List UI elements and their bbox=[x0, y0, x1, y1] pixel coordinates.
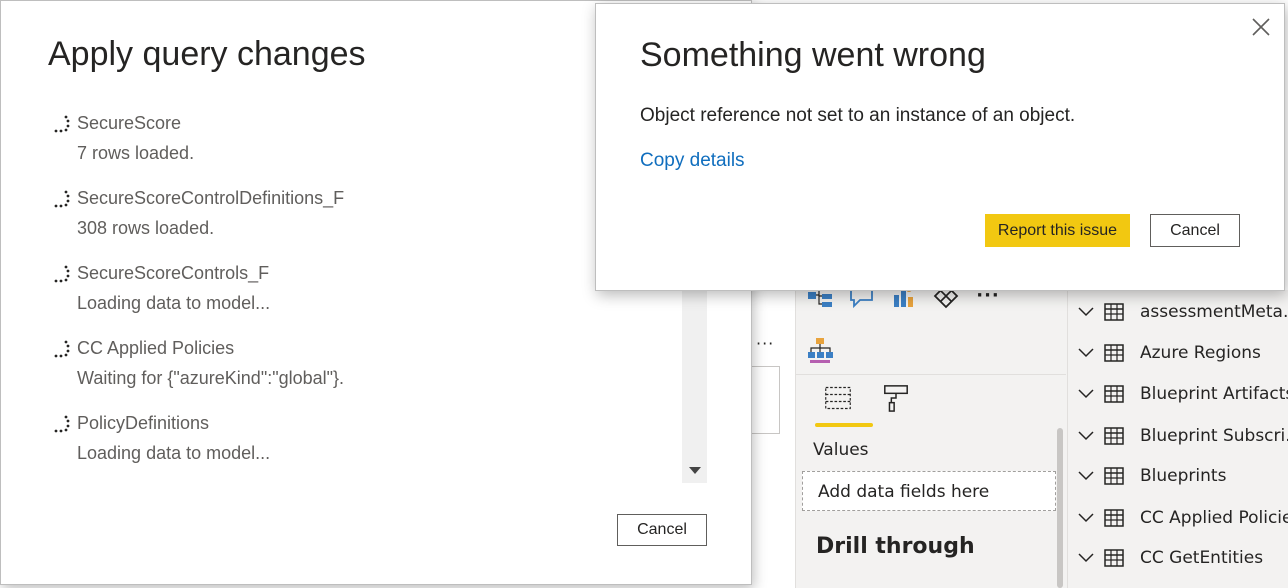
chevron-down-icon[interactable] bbox=[1073, 553, 1099, 563]
visual-icons-row-2 bbox=[806, 336, 834, 364]
chevron-down-icon[interactable] bbox=[1073, 431, 1099, 441]
more-options-icon[interactable]: ··· bbox=[756, 334, 774, 353]
active-tab-indicator bbox=[815, 423, 873, 427]
error-dialog-title: Something went wrong bbox=[640, 36, 986, 74]
key-influencers-icon[interactable] bbox=[806, 336, 834, 364]
loading-spinner-icon bbox=[54, 340, 70, 358]
loading-spinner-icon bbox=[54, 190, 70, 208]
format-paint-roller-icon[interactable] bbox=[882, 384, 910, 412]
query-name: SecureScoreControlDefinitions_F bbox=[77, 188, 345, 208]
report-issue-button[interactable]: Report this issue bbox=[985, 214, 1130, 247]
close-icon[interactable] bbox=[1250, 16, 1272, 38]
table-icon bbox=[1104, 385, 1126, 403]
pane-scrollbar[interactable] bbox=[1057, 428, 1063, 588]
field-table-name: CC Applied Policies bbox=[1140, 508, 1288, 528]
pane-divider bbox=[796, 374, 1066, 375]
scroll-down-arrow-icon[interactable] bbox=[689, 467, 701, 474]
query-status: Loading data to model... bbox=[77, 443, 271, 463]
query-name: CC Applied Policies bbox=[77, 338, 235, 358]
field-table-name: Azure Regions bbox=[1140, 343, 1261, 363]
pane-tabs bbox=[824, 384, 910, 412]
field-table-name: Blueprints bbox=[1140, 466, 1227, 486]
table-icon bbox=[1104, 303, 1126, 321]
field-table-row[interactable]: Blueprint Artifacts bbox=[1068, 374, 1288, 414]
chevron-down-icon[interactable] bbox=[1073, 307, 1099, 317]
query-name: SecureScoreControls_F bbox=[77, 263, 270, 283]
field-table-name: CC GetEntities bbox=[1140, 548, 1264, 568]
field-table-row[interactable]: CC Applied Policies bbox=[1068, 498, 1288, 538]
error-cancel-button[interactable]: Cancel bbox=[1150, 214, 1240, 247]
visualizations-pane: ··· Values Add data fields here Drill th… bbox=[795, 283, 1067, 588]
apply-cancel-button[interactable]: Cancel bbox=[617, 514, 707, 546]
query-status: 308 rows loaded. bbox=[77, 218, 215, 238]
table-icon bbox=[1104, 467, 1126, 485]
loading-spinner-icon bbox=[54, 265, 70, 283]
chevron-down-icon[interactable] bbox=[1073, 389, 1099, 399]
drill-through-title: Drill through bbox=[816, 534, 975, 559]
query-status: 7 rows loaded. bbox=[77, 143, 195, 163]
query-status: Waiting for {"azureKind":"global"}. bbox=[77, 368, 345, 388]
copy-details-link[interactable]: Copy details bbox=[640, 150, 745, 172]
fields-pane: assessmentMeta... Azure Regions Blueprin… bbox=[1067, 290, 1288, 588]
canvas-visual-fragment bbox=[752, 366, 780, 434]
loading-spinner-icon bbox=[54, 415, 70, 433]
field-table-name: Blueprint Subscri... bbox=[1140, 426, 1288, 446]
loading-spinner-icon bbox=[54, 115, 70, 133]
query-name: PolicyDefinitions bbox=[77, 413, 210, 433]
add-data-fields-well[interactable]: Add data fields here bbox=[802, 471, 1056, 511]
error-dialog: Something went wrong Object reference no… bbox=[595, 3, 1285, 291]
apply-dialog-title: Apply query changes bbox=[48, 35, 366, 73]
table-icon bbox=[1104, 549, 1126, 567]
field-table-row[interactable]: CC GetEntities bbox=[1068, 538, 1263, 578]
query-status: Loading data to model... bbox=[77, 293, 271, 313]
error-message: Object reference not set to an instance … bbox=[640, 105, 1076, 126]
field-table-row[interactable]: assessmentMeta... bbox=[1068, 292, 1288, 332]
field-table-row[interactable]: Blueprint Subscri... bbox=[1068, 416, 1288, 456]
table-icon bbox=[1104, 427, 1126, 445]
chevron-down-icon[interactable] bbox=[1073, 513, 1099, 523]
query-list-scrollbar[interactable] bbox=[682, 286, 707, 483]
field-table-name: assessmentMeta... bbox=[1140, 302, 1288, 322]
values-label: Values bbox=[813, 440, 869, 460]
table-icon bbox=[1104, 509, 1126, 527]
field-table-row[interactable]: Azure Regions bbox=[1068, 333, 1261, 373]
fields-tab-icon[interactable] bbox=[824, 384, 852, 412]
field-table-name: Blueprint Artifacts bbox=[1140, 384, 1288, 404]
chevron-down-icon[interactable] bbox=[1073, 471, 1099, 481]
field-table-row[interactable]: Blueprints bbox=[1068, 456, 1226, 496]
chevron-down-icon[interactable] bbox=[1073, 348, 1099, 358]
query-name: SecureScore bbox=[77, 113, 182, 133]
table-icon bbox=[1104, 344, 1126, 362]
